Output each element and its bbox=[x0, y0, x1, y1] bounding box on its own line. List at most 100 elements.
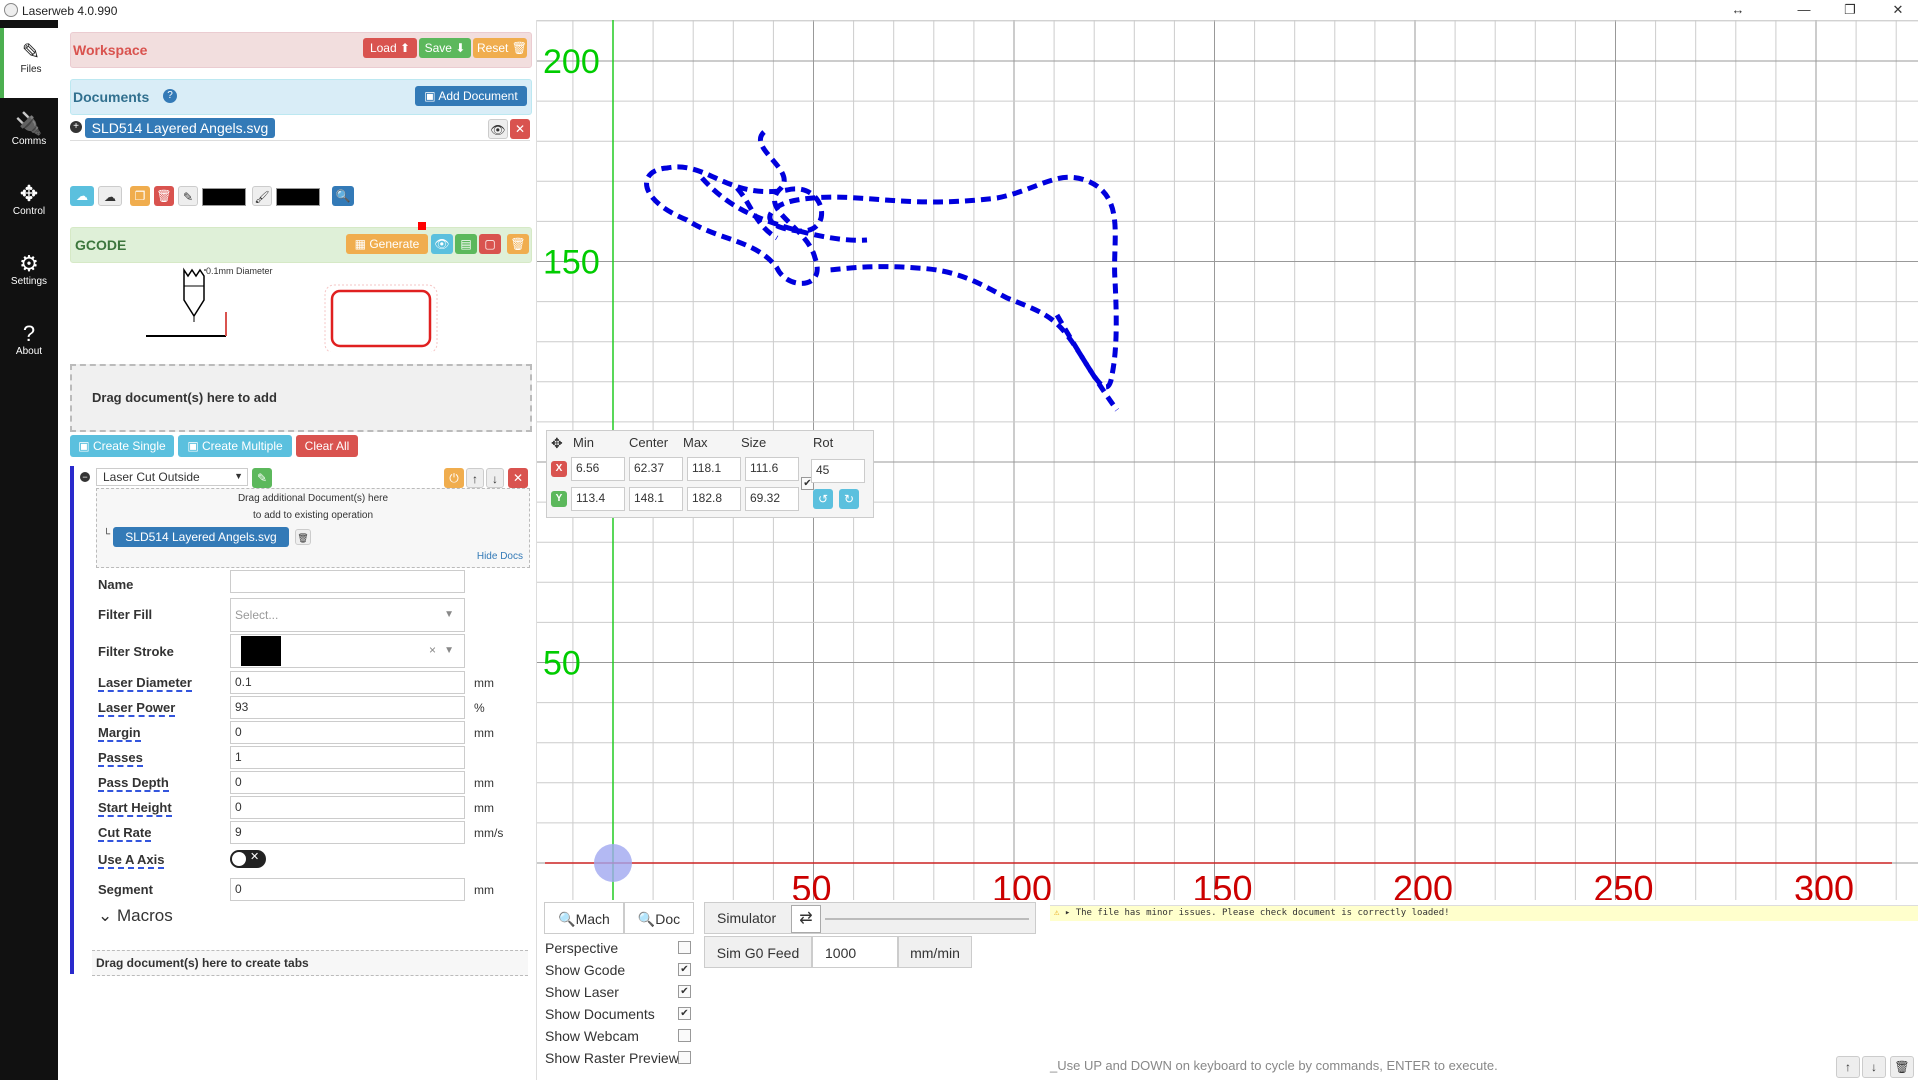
show-documents-checkbox[interactable]: ✔ bbox=[678, 1007, 691, 1020]
stroke-pen-icon[interactable]: ✎ bbox=[178, 186, 198, 206]
create-multiple-button[interactable]: ▣ Create Multiple bbox=[178, 435, 292, 457]
select-none-icon[interactable]: ☁ bbox=[98, 186, 122, 206]
show-laser-checkbox[interactable]: ✔ bbox=[678, 985, 691, 998]
passes-input[interactable]: 1 bbox=[230, 746, 465, 769]
sidebar-item-settings[interactable]: ⚙ Settings bbox=[0, 240, 58, 310]
load-button[interactable]: Load ⬆ bbox=[363, 38, 417, 58]
history-down-icon[interactable]: ↓ bbox=[1862, 1056, 1886, 1078]
resize-icon[interactable]: ↔ bbox=[1728, 2, 1748, 17]
use-a-axis-toggle[interactable]: ✕ bbox=[230, 850, 266, 868]
x-size-input[interactable]: 111.6 bbox=[745, 457, 799, 481]
y-max-input[interactable]: 182.8 bbox=[687, 487, 741, 511]
window-title: Laserweb 4.0.990 bbox=[22, 4, 118, 18]
filter-stroke-select[interactable]: × ▼ bbox=[230, 634, 465, 668]
x-max-input[interactable]: 118.1 bbox=[687, 457, 741, 481]
documents-title: Documents bbox=[73, 89, 150, 105]
start-height-input[interactable]: 0 bbox=[230, 796, 465, 819]
sidebar-item-control[interactable]: ✥ Control bbox=[0, 170, 58, 240]
rotation-input[interactable]: 45 bbox=[811, 459, 865, 483]
y-center-input[interactable]: 148.1 bbox=[629, 487, 683, 511]
clear-console-icon[interactable]: 🗑 bbox=[1890, 1056, 1914, 1078]
remove-op-doc-icon[interactable]: 🗑 bbox=[295, 529, 311, 545]
save-gcode-icon[interactable]: ▤ bbox=[455, 234, 477, 254]
perspective-checkbox[interactable] bbox=[678, 941, 691, 954]
name-label: Name bbox=[98, 577, 134, 592]
design-path[interactable] bbox=[644, 130, 1120, 412]
laser-diameter-input[interactable]: 0.1 bbox=[230, 671, 465, 694]
clear-icon[interactable]: × bbox=[429, 643, 436, 657]
eye-icon[interactable]: 👁 bbox=[488, 119, 508, 139]
show-webcam-checkbox[interactable] bbox=[678, 1029, 691, 1042]
add-document-button[interactable]: ▣ Add Document bbox=[415, 86, 527, 106]
operation-document[interactable]: SLD514 Layered Angels.svg bbox=[113, 527, 289, 547]
name-input[interactable] bbox=[230, 570, 465, 593]
cut-rate-input[interactable]: 9 bbox=[230, 821, 465, 844]
tabs-drop-zone[interactable]: Drag document(s) here to create tabs bbox=[92, 950, 528, 976]
y-min-input[interactable]: 113.4 bbox=[571, 487, 625, 511]
move-icon[interactable]: ✥ bbox=[551, 435, 563, 452]
margin-input[interactable]: 0 bbox=[230, 721, 465, 744]
segment-input[interactable]: 0 bbox=[230, 878, 465, 901]
doc-view-button[interactable]: 🔍Doc bbox=[624, 902, 694, 934]
view-gcode-icon[interactable]: 👁 bbox=[431, 234, 453, 254]
move-down-icon[interactable]: ↓ bbox=[486, 468, 504, 488]
history-up-icon[interactable]: ↑ bbox=[1836, 1056, 1860, 1078]
clear-all-button[interactable]: Clear All bbox=[296, 435, 358, 457]
mach-view-button[interactable]: 🔍Mach bbox=[544, 902, 624, 934]
drop-zone[interactable]: Drag document(s) here to add bbox=[70, 364, 532, 432]
search-icon[interactable]: 🔍 bbox=[332, 186, 354, 206]
document-label[interactable]: SLD514 Layered Angels.svg bbox=[85, 118, 275, 138]
filter-fill-select[interactable]: Select... ▼ bbox=[230, 598, 465, 632]
laser-power-input[interactable]: 93 bbox=[230, 696, 465, 719]
show-raster-preview-checkbox[interactable] bbox=[678, 1051, 691, 1064]
magic-wand-icon[interactable]: ✎ bbox=[252, 468, 272, 488]
move-up-icon[interactable]: ↑ bbox=[466, 468, 484, 488]
console-input[interactable]: _Use UP and DOWN on keyboard to cycle by… bbox=[1050, 1056, 1830, 1076]
open-gcode-icon[interactable]: ▢ bbox=[479, 234, 501, 254]
reset-button[interactable]: Reset 🗑 bbox=[473, 38, 527, 58]
chevron-down-icon[interactable]: ▼ bbox=[444, 645, 454, 656]
stroke-color-swatch[interactable] bbox=[202, 188, 246, 206]
x-center-input[interactable]: 62.37 bbox=[629, 457, 683, 481]
save-button[interactable]: Save ⬇ bbox=[419, 38, 471, 58]
fill-color-swatch[interactable] bbox=[276, 188, 320, 206]
generate-button[interactable]: ▦ Generate bbox=[346, 234, 428, 254]
y-size-input[interactable]: 69.32 bbox=[745, 487, 799, 511]
copy-icon[interactable]: ❐ bbox=[130, 186, 150, 206]
hide-docs-link[interactable]: Hide Docs bbox=[477, 551, 523, 562]
sidebar-item-files[interactable]: ✎ Files bbox=[0, 28, 58, 98]
remove-document-button[interactable]: ✕ bbox=[510, 119, 530, 139]
maximize-button[interactable]: ❐ bbox=[1840, 2, 1860, 18]
simulator-slider[interactable] bbox=[825, 918, 1029, 920]
rotate-ccw-icon[interactable]: ↺ bbox=[813, 489, 833, 509]
show-gcode-checkbox[interactable]: ✔ bbox=[678, 963, 691, 976]
select-all-icon[interactable]: ☁ bbox=[70, 186, 94, 206]
macros-toggle[interactable]: ⌄ Macros bbox=[98, 906, 173, 926]
rotate-cw-icon[interactable]: ↻ bbox=[839, 489, 859, 509]
close-button[interactable]: ✕ bbox=[1888, 2, 1908, 18]
create-single-button[interactable]: ▣ Create Single bbox=[70, 435, 174, 457]
operation-type-select[interactable]: Laser Cut Outside ▼ bbox=[96, 468, 248, 486]
remove-operation-button[interactable]: ✕ bbox=[508, 468, 528, 488]
collapse-icon[interactable]: − bbox=[80, 472, 90, 482]
sim-feed-input[interactable]: 1000 bbox=[812, 936, 898, 968]
sidebar-item-about[interactable]: ? About bbox=[0, 310, 58, 380]
expand-icon[interactable]: + bbox=[70, 121, 82, 133]
help-icon[interactable]: ? bbox=[163, 89, 177, 103]
pass-depth-input[interactable]: 0 bbox=[230, 771, 465, 794]
clear-gcode-icon[interactable]: 🗑 bbox=[507, 234, 529, 254]
x-min-input[interactable]: 6.56 bbox=[571, 457, 625, 481]
trash-icon[interactable]: 🗑 bbox=[154, 186, 174, 206]
sidebar-item-comms[interactable]: 🔌 Comms bbox=[0, 100, 58, 170]
title-bar: Laserweb 4.0.990 ↔ — ❐ ✕ bbox=[0, 0, 1918, 21]
documents-header: Documents ? ▣ Add Document bbox=[70, 79, 532, 115]
swap-icon[interactable]: ⇄ bbox=[791, 905, 821, 933]
fill-brush-icon[interactable]: 🖌 bbox=[252, 186, 272, 206]
margin-unit: mm bbox=[474, 726, 494, 740]
gcode-dirty-indicator bbox=[418, 222, 426, 230]
operation-drop-zone[interactable]: Drag additional Document(s) here to add … bbox=[96, 488, 530, 568]
perspective-label: Perspective bbox=[545, 940, 619, 956]
minimize-button[interactable]: — bbox=[1794, 2, 1814, 17]
power-icon[interactable]: ⏻ bbox=[444, 468, 464, 488]
laser-position-marker[interactable] bbox=[594, 844, 632, 882]
